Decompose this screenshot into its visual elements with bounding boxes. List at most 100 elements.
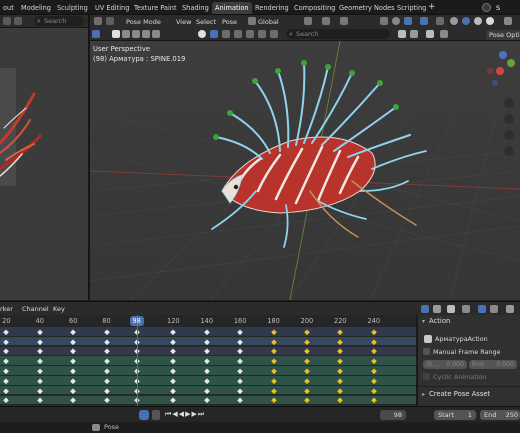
keying-set-dropdown[interactable] xyxy=(152,410,160,420)
tab-compositing[interactable]: Compositing xyxy=(291,2,338,14)
select-mode-invert-icon[interactable] xyxy=(142,30,150,38)
mode-dropdown[interactable]: Pose Mode xyxy=(126,17,161,27)
paste-flipped-icon[interactable] xyxy=(246,30,254,38)
current-frame-indicator[interactable]: 98 xyxy=(129,316,144,326)
tab-layout[interactable]: out xyxy=(0,2,17,14)
3d-viewport[interactable]: User Perspective (98) Арматура : SPINE.0… xyxy=(90,41,520,300)
mouse-icon xyxy=(92,424,100,431)
pivot-icon[interactable] xyxy=(304,17,312,25)
tab-scripting[interactable]: Scripting xyxy=(394,2,429,14)
select-mode-extend-icon[interactable] xyxy=(122,30,130,38)
action-start-field[interactable]: St... 0.000 xyxy=(423,360,467,369)
tab-rendering[interactable]: Rendering xyxy=(252,2,292,14)
viewport-header: Pose Mode View Select Pose Global xyxy=(90,15,520,28)
dropdown-icon[interactable] xyxy=(462,305,470,313)
editor-type-icon[interactable] xyxy=(94,17,102,25)
overlay-icon[interactable] xyxy=(14,17,22,25)
select-mode-intersect-icon[interactable] xyxy=(152,30,160,38)
pose-mode-icon xyxy=(106,17,114,25)
frame-ruler[interactable]: 20 40 60 80 98 120 140 160 180 200 220 240 xyxy=(0,315,416,327)
scene-name[interactable]: S xyxy=(496,3,500,13)
proportional-edit-icon[interactable] xyxy=(340,17,348,25)
dropdown-icon[interactable] xyxy=(440,30,448,38)
keying-icon[interactable] xyxy=(198,30,206,38)
tab-texture-paint[interactable]: Texture Paint xyxy=(131,2,180,14)
xray-icon[interactable] xyxy=(436,17,444,25)
view-object-types-icon[interactable] xyxy=(380,17,388,25)
filter-funnel-icon[interactable] xyxy=(447,305,455,313)
active-bone-label: (98) Арматура : SPINE.019 xyxy=(93,55,186,63)
pin-icon[interactable] xyxy=(398,30,406,38)
copy-pose-icon[interactable] xyxy=(222,30,230,38)
pose-options-button[interactable]: Pose Option xyxy=(486,30,520,40)
shading-rendered-icon[interactable] xyxy=(486,17,494,25)
menu-key[interactable]: Key xyxy=(53,304,65,314)
viewport-search-input[interactable]: Search xyxy=(286,29,390,39)
menu-pose[interactable]: Pose xyxy=(222,17,237,27)
sync-icon[interactable] xyxy=(410,30,418,38)
tab-sculpting[interactable]: Sculpting xyxy=(54,2,91,14)
mirror-icon[interactable] xyxy=(270,30,278,38)
action-icon xyxy=(424,335,432,343)
viewport-tool-header: Search ⌕ Pose Option xyxy=(90,28,520,41)
auto-key-icon[interactable] xyxy=(210,30,218,38)
ruler-label: 200 xyxy=(300,317,314,325)
only-selected-icon[interactable] xyxy=(421,305,429,313)
action-name[interactable]: АрматураAction xyxy=(435,335,488,343)
create-pose-asset-title[interactable]: Create Pose Asset xyxy=(429,390,490,398)
show-hidden-icon[interactable] xyxy=(433,305,441,313)
start-frame-field[interactable]: Start 1 xyxy=(434,410,476,420)
menu-channel[interactable]: Channel xyxy=(22,304,49,314)
filter-icon[interactable] xyxy=(504,17,512,25)
view-icon[interactable] xyxy=(3,17,11,25)
tab-shading[interactable]: Shading xyxy=(179,2,212,14)
menu-select[interactable]: Select xyxy=(196,17,216,27)
panel-collapse-icon[interactable]: ▾ xyxy=(422,318,425,325)
current-frame-line[interactable] xyxy=(136,315,138,406)
scene-icon[interactable] xyxy=(482,3,491,12)
dopesheet-keyframes[interactable] xyxy=(0,327,416,406)
left-search-input[interactable]: Search xyxy=(34,16,84,26)
ruler-label: 180 xyxy=(267,317,280,325)
shading-material-icon[interactable] xyxy=(474,17,482,25)
snap-icon[interactable] xyxy=(506,305,514,313)
tab-animation[interactable]: Animation xyxy=(212,2,252,14)
cyclic-checkbox[interactable] xyxy=(423,373,430,380)
left-viewport[interactable] xyxy=(0,28,88,300)
ruler-label: 80 xyxy=(102,317,111,325)
add-workspace-button[interactable]: + xyxy=(428,2,436,12)
overlays-toggle-icon[interactable] xyxy=(420,17,428,25)
proportional-edit-icon[interactable] xyxy=(478,305,486,313)
search-icon: ⌕ xyxy=(289,30,293,38)
current-frame-field[interactable]: 98 xyxy=(380,410,406,420)
auto-keying-icon[interactable] xyxy=(139,410,149,420)
panel-expand-icon[interactable]: ▸ xyxy=(422,391,425,398)
gizmo-toggle-icon[interactable] xyxy=(404,17,412,25)
cyclic-label: Cyclic Animation xyxy=(433,373,487,381)
end-frame-field[interactable]: End 250 xyxy=(480,410,520,420)
left-viewport-canvas xyxy=(0,28,88,300)
snap-icon[interactable] xyxy=(322,17,330,25)
tab-geometry-nodes[interactable]: Geometry Nodes xyxy=(336,2,398,14)
tab-uv-editing[interactable]: UV Editing xyxy=(92,2,132,14)
select-box-icon[interactable] xyxy=(92,30,100,38)
transport-controls[interactable]: ⏮◀◀▶▶⏭ xyxy=(165,410,205,419)
select-mode-new-icon[interactable] xyxy=(112,30,120,38)
action-panel-title[interactable]: Action xyxy=(429,317,450,325)
select-mode-subtract-icon[interactable] xyxy=(132,30,140,38)
menu-marker[interactable]: rker xyxy=(0,304,13,314)
visibility-icon[interactable] xyxy=(392,17,400,25)
shading-solid-icon[interactable] xyxy=(462,17,470,25)
ruler-label: 240 xyxy=(367,317,381,325)
orientation-dropdown[interactable]: Global xyxy=(258,17,279,27)
dropdown-icon[interactable] xyxy=(490,305,498,313)
shading-wireframe-icon[interactable] xyxy=(450,17,458,25)
paste-pose-icon[interactable] xyxy=(234,30,242,38)
menu-view[interactable]: View xyxy=(176,17,191,27)
action-end-field[interactable]: End 0.000 xyxy=(469,360,517,369)
tab-modeling[interactable]: Modeling xyxy=(18,2,54,14)
manual-range-checkbox[interactable] xyxy=(423,348,430,355)
dopesheet-header: rker Channel Key xyxy=(0,301,520,315)
filter-funnel-icon[interactable] xyxy=(426,30,434,38)
pose-lib-icon[interactable] xyxy=(258,30,266,38)
